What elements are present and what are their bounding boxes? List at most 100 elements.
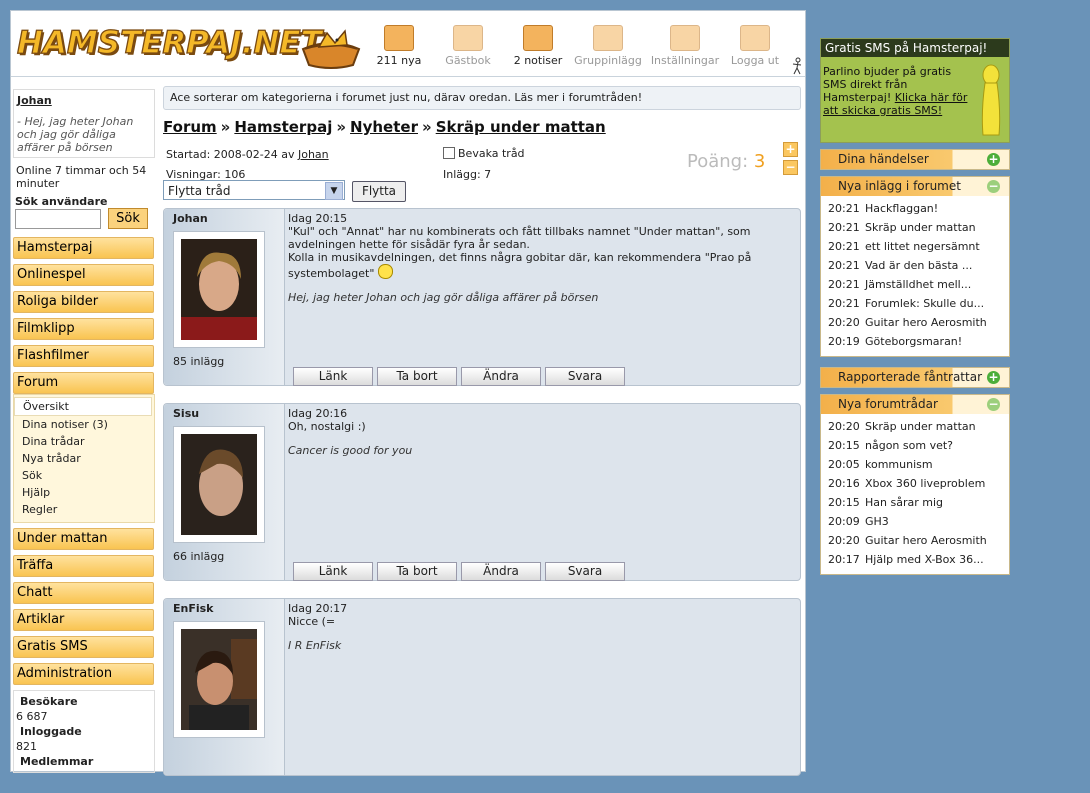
menu-item-roliga-bilder[interactable]: Roliga bilder <box>13 291 154 313</box>
menu-item-traffa[interactable]: Träffa <box>13 555 154 577</box>
delete-button[interactable]: Ta bort <box>377 367 457 386</box>
submenu-hjalp[interactable]: Hjälp <box>14 484 154 501</box>
points-plus-button[interactable]: + <box>783 142 798 157</box>
new-threads-list: 20:20 Skräp under mattan 20:15 någon som v… <box>821 414 1009 574</box>
move-thread-button[interactable]: Flytta <box>352 181 406 202</box>
avatar-image <box>181 434 257 535</box>
logout-button[interactable]: Logga ut <box>719 23 791 67</box>
avatar[interactable] <box>173 231 265 348</box>
reported-box-header[interactable]: Rapporterade fåntrattar + <box>821 368 1009 387</box>
list-item[interactable]: 20:17 Hjälp med X-Box 36... <box>828 550 1000 569</box>
menu-item-hamsterpaj[interactable]: Hamsterpaj <box>13 237 154 259</box>
notices-button[interactable]: 2 notiser <box>502 23 574 67</box>
menu-item-onlinespel[interactable]: Onlinespel <box>13 264 154 286</box>
username-link[interactable]: Johan <box>17 94 151 107</box>
item-title: Jämställdhet mell... <box>865 278 972 291</box>
collapse-icon[interactable]: − <box>987 398 1000 411</box>
menu-item-gratis-sms[interactable]: Gratis SMS <box>13 636 154 658</box>
menu-item-administration[interactable]: Administration <box>13 663 154 685</box>
submenu-sok[interactable]: Sök <box>14 467 154 484</box>
notice-link[interactable]: forumtråden! <box>569 91 643 104</box>
submenu-dina-notiser[interactable]: Dina notiser (3) <box>14 416 154 433</box>
reply-button[interactable]: Svara <box>545 367 625 386</box>
list-item[interactable]: 20:15 Han sårar mig <box>828 493 1000 512</box>
list-item[interactable]: 20:15 någon som vet? <box>828 436 1000 455</box>
avatar[interactable] <box>173 621 265 738</box>
logo-text: HAMSTERPAJ.NET <box>16 24 322 61</box>
list-item[interactable]: 20:05 kommunism <box>828 455 1000 474</box>
new-posts-box-header[interactable]: Nya inlägg i forumet − <box>821 177 1009 196</box>
watch-thread[interactable]: Bevaka tråd <box>443 147 525 160</box>
collapse-icon[interactable]: − <box>987 180 1000 193</box>
site-logo[interactable]: HAMSTERPAJ.NET <box>16 17 365 73</box>
list-item[interactable]: 20:21 Hackflaggan! <box>828 199 1000 218</box>
reply-button[interactable]: Svara <box>545 562 625 581</box>
item-title: Han sårar mig <box>865 496 943 509</box>
edit-button[interactable]: Ändra <box>461 367 541 386</box>
breadcrumb-nyheter[interactable]: Nyheter <box>350 118 418 136</box>
post-author[interactable]: Sisu <box>173 407 199 420</box>
menu-item-forum[interactable]: Forum <box>13 372 154 394</box>
delete-button[interactable]: Ta bort <box>377 562 457 581</box>
post-time: Idag 20:15 <box>288 212 348 225</box>
user-search-input[interactable] <box>15 209 101 229</box>
members-label: Medlemmar <box>20 755 94 768</box>
list-item[interactable]: 20:21 Vad är den bästa ... <box>828 256 1000 275</box>
list-item[interactable]: 20:16 Xbox 360 liveproblem <box>828 474 1000 493</box>
list-item[interactable]: 20:09 GH3 <box>828 512 1000 531</box>
avatar[interactable] <box>173 426 265 543</box>
link-button[interactable]: Länk <box>293 367 373 386</box>
breadcrumb-thread[interactable]: Skräp under mattan <box>436 118 606 136</box>
menu-item-artiklar[interactable]: Artiklar <box>13 609 154 631</box>
list-item[interactable]: 20:21 Forumlek: Skulle du... <box>828 294 1000 313</box>
guestbook-button[interactable]: Gästbok <box>432 23 504 67</box>
submenu-oversikt[interactable]: Översikt <box>14 397 152 416</box>
menu-item-chatt[interactable]: Chatt <box>13 582 154 604</box>
link-button[interactable]: Länk <box>293 562 373 581</box>
submenu-nya-tradar[interactable]: Nya trådar <box>14 450 154 467</box>
started-text: Startad: 2008-02-24 av <box>166 148 298 161</box>
user-search-button[interactable]: Sök <box>108 208 148 229</box>
mascot-icon <box>981 64 1001 136</box>
menu-item-under-mattan[interactable]: Under mattan <box>13 528 154 550</box>
menu-item-flashfilmer[interactable]: Flashfilmer <box>13 345 154 367</box>
submenu-dina-tradar[interactable]: Dina trådar <box>14 433 154 450</box>
messages-button[interactable]: 211 nya <box>363 23 435 67</box>
list-item[interactable]: 20:21 Skräp under mattan <box>828 218 1000 237</box>
list-item[interactable]: 20:19 Göteborgsmaran! <box>828 332 1000 351</box>
submenu-regler[interactable]: Regler <box>14 501 154 518</box>
logged-in-label: Inloggade <box>20 725 82 738</box>
expand-icon[interactable]: + <box>987 153 1000 166</box>
sms-ad[interactable]: Gratis SMS på Hamsterpaj! Parlino bjuder… <box>820 38 1010 143</box>
list-item[interactable]: 20:20 Guitar hero Aerosmith <box>828 531 1000 550</box>
started-by-link[interactable]: Johan <box>298 148 329 161</box>
post-author[interactable]: Johan <box>173 212 208 225</box>
group-posts-button[interactable]: Gruppinlägg <box>572 23 644 67</box>
post-signature: I R EnFisk <box>288 639 342 652</box>
events-box-header[interactable]: Dina händelser + <box>821 150 1009 169</box>
list-item[interactable]: 20:20 Guitar hero Aerosmith <box>828 313 1000 332</box>
post-author[interactable]: EnFisk <box>173 602 214 615</box>
new-threads-box-header[interactable]: Nya forumtrådar − <box>821 395 1009 414</box>
points-minus-button[interactable]: − <box>783 160 798 175</box>
avatar-image <box>181 239 257 340</box>
page-container: HAMSTERPAJ.NET 211 nya Gästbok 2 notiser… <box>10 10 806 776</box>
expand-icon[interactable]: + <box>987 371 1000 384</box>
smiley-icon <box>377 264 393 279</box>
watch-checkbox[interactable] <box>443 147 455 159</box>
post-text-content: "Kul" och "Annat" har nu kombinerats och… <box>288 225 752 280</box>
list-item[interactable]: 20:21 Jämställdhet mell... <box>828 275 1000 294</box>
move-thread-select[interactable]: Flytta tråd ▼ <box>163 180 345 200</box>
item-title: Guitar hero Aerosmith <box>865 534 987 547</box>
list-item[interactable]: 20:20 Skräp under mattan <box>828 417 1000 436</box>
settings-button[interactable]: Inställningar <box>649 23 721 67</box>
breadcrumb-forum[interactable]: Forum <box>163 118 217 136</box>
edit-button[interactable]: Ändra <box>461 562 541 581</box>
menu-item-filmklipp[interactable]: Filmklipp <box>13 318 154 340</box>
user-search-label: Sök användare <box>15 195 108 208</box>
mail-icon <box>384 25 414 51</box>
breadcrumb-hamsterpaj[interactable]: Hamsterpaj <box>234 118 332 136</box>
list-item[interactable]: 20:21 ett littet negersämnt <box>828 237 1000 256</box>
chevron-down-icon[interactable]: ▼ <box>325 182 343 200</box>
item-time: 20:21 <box>828 240 860 253</box>
